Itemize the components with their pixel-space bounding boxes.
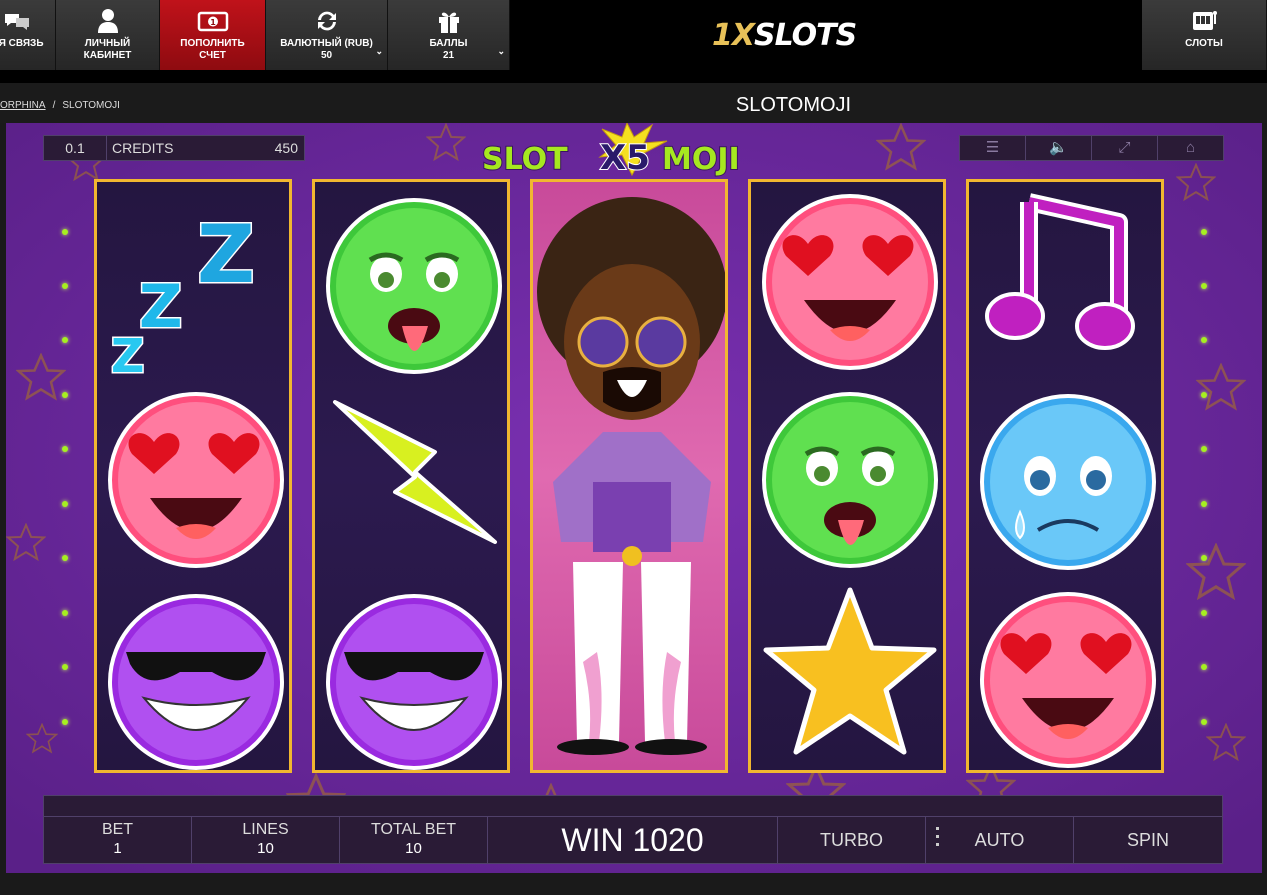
- turbo-button[interactable]: TURBO: [778, 817, 926, 863]
- payline-dot: [62, 392, 68, 398]
- deposit-label-1: ПОПОЛНИТЬ: [180, 38, 245, 49]
- zzz-symbol: Z Z Z: [110, 207, 257, 385]
- svg-text:SLOT: SLOT: [482, 142, 568, 177]
- points-button[interactable]: БАЛЛЫ 21 ⌄: [388, 0, 510, 70]
- payline-dot: [62, 610, 68, 616]
- cabinet-label-2: КАБИНЕТ: [83, 50, 132, 61]
- game-toolbar: ☰ 🔈 ⤢ ⌂: [959, 135, 1224, 161]
- payline-dot: [62, 283, 68, 289]
- currency-label: ВАЛЮТНЫЙ (RUB): [280, 38, 373, 49]
- win-display: WIN 1020: [488, 817, 778, 863]
- feedback-button[interactable]: АЯ СВЯЗЬ: [0, 0, 56, 70]
- sad-crying-emoji: [980, 394, 1156, 570]
- cabinet-button[interactable]: ЛИЧНЫЙ КАБИНЕТ: [56, 0, 160, 70]
- payline-dot: [1201, 610, 1207, 616]
- payline-dot: [62, 555, 68, 561]
- home-icon[interactable]: ⌂: [1158, 136, 1223, 160]
- slots-button[interactable]: СЛОТЫ: [1142, 0, 1267, 70]
- site-logo[interactable]: 1XSLOTS: [712, 18, 857, 53]
- payline-dot: [62, 664, 68, 670]
- currency-value: 50: [320, 50, 333, 61]
- deposit-button[interactable]: 1 ПОПОЛНИТЬ СЧЕТ: [160, 0, 266, 70]
- svg-text:MOJI: MOJI: [662, 142, 740, 177]
- payline-dot: [1201, 719, 1207, 725]
- slots-label: СЛОТЫ: [1185, 38, 1223, 49]
- payline-dot: [62, 446, 68, 452]
- cool-sunglasses-emoji: [326, 594, 502, 770]
- lightning-symbol: [333, 400, 497, 544]
- bet-label: BET: [101, 821, 134, 838]
- svg-text:Z: Z: [111, 329, 144, 383]
- star-symbol: [763, 587, 937, 755]
- refresh-icon: [266, 6, 387, 36]
- fullscreen-icon[interactable]: ⤢: [1092, 136, 1158, 160]
- game-canvas[interactable]: SLOT X5 MOJI 0.1 CREDITS 450 ☰ 🔈 ⤢ ⌂ Z Z…: [6, 123, 1262, 873]
- points-value: 21: [442, 50, 455, 61]
- credits-label: CREDITS: [112, 140, 174, 156]
- credits-value: 450: [274, 140, 298, 156]
- deposit-label-2: СЧЕТ: [199, 50, 226, 61]
- payline-dot: [1201, 446, 1207, 452]
- svg-text:X5: X5: [600, 138, 650, 178]
- game-logo: SLOT X5 MOJI: [481, 123, 772, 184]
- user-icon: [56, 6, 159, 36]
- reel-1: Z Z Z: [94, 179, 292, 773]
- music-note-symbol: [985, 193, 1135, 350]
- payline-dot: [1201, 664, 1207, 670]
- payline-dot: [62, 501, 68, 507]
- total-bet-label: TOTAL BET: [370, 821, 457, 838]
- payline-dot: [62, 229, 68, 235]
- payline-dot: [1201, 337, 1207, 343]
- heart-eyes-emoji: [762, 194, 938, 370]
- control-panel: BET 1 LINES 10 TOTAL BET 10 WIN 1020 TUR…: [43, 816, 1223, 864]
- page-title: SLOTOMOJI: [735, 94, 852, 116]
- heart-eyes-emoji: [980, 592, 1156, 768]
- reel-2: [312, 179, 510, 773]
- spin-button[interactable]: SPIN: [1074, 817, 1222, 863]
- sick-emoji: [326, 198, 502, 374]
- payline-dot: [1201, 392, 1207, 398]
- currency-button[interactable]: ВАЛЮТНЫЙ (RUB) 50 ⌄: [266, 0, 388, 70]
- payline-dot: [1201, 555, 1207, 561]
- payline-dot: [62, 337, 68, 343]
- svg-text:Z: Z: [139, 272, 183, 342]
- payline-dot: [1201, 229, 1207, 235]
- svg-text:Z: Z: [197, 208, 255, 301]
- cool-sunglasses-emoji: [108, 594, 284, 770]
- payline-dot: [1201, 501, 1207, 507]
- reel-5: [966, 179, 1164, 773]
- slot-machine-icon: [1142, 6, 1266, 36]
- bet-value: 1: [113, 840, 122, 857]
- gift-icon: [388, 6, 509, 36]
- denomination-value[interactable]: 0.1: [44, 136, 107, 160]
- message-bar: [43, 795, 1223, 817]
- lines-control[interactable]: LINES 10: [192, 817, 340, 863]
- lines-label: LINES: [242, 821, 289, 838]
- cabinet-label-1: ЛИЧНЫЙ: [84, 38, 131, 49]
- feedback-label: АЯ СВЯЗЬ: [0, 38, 44, 49]
- reel-4: [748, 179, 946, 773]
- breadcrumb-bar: ORPHINA / SLOTOMOJI SLOTOMOJI: [0, 83, 1267, 123]
- svg-text:1: 1: [210, 18, 216, 27]
- credits-display: 0.1 CREDITS 450: [43, 135, 305, 161]
- lines-value: 10: [257, 840, 274, 857]
- payline-dot: [62, 719, 68, 725]
- disco-wild-character: [537, 197, 725, 755]
- total-bet-display: TOTAL BET 10: [340, 817, 488, 863]
- chat-icon: [0, 6, 55, 36]
- chevron-down-icon: ⌄: [497, 46, 505, 56]
- chevron-down-icon: ⌄: [375, 46, 383, 56]
- menu-icon[interactable]: ☰: [960, 136, 1026, 160]
- sick-emoji: [762, 392, 938, 568]
- total-bet-value: 10: [405, 840, 422, 857]
- top-navigation: АЯ СВЯЗЬ ЛИЧНЫЙ КАБИНЕТ 1 ПОПОЛНИТЬ СЧЕТ…: [0, 0, 1267, 83]
- payline-dot: [1201, 283, 1207, 289]
- heart-eyes-emoji: [108, 392, 284, 568]
- sound-icon[interactable]: 🔈: [1026, 136, 1092, 160]
- bet-control[interactable]: BET 1: [44, 817, 192, 863]
- banknote-icon: 1: [160, 6, 265, 36]
- auto-button[interactable]: AUTO: [926, 817, 1074, 863]
- points-label: БАЛЛЫ: [429, 38, 468, 49]
- reel-3: [530, 179, 728, 773]
